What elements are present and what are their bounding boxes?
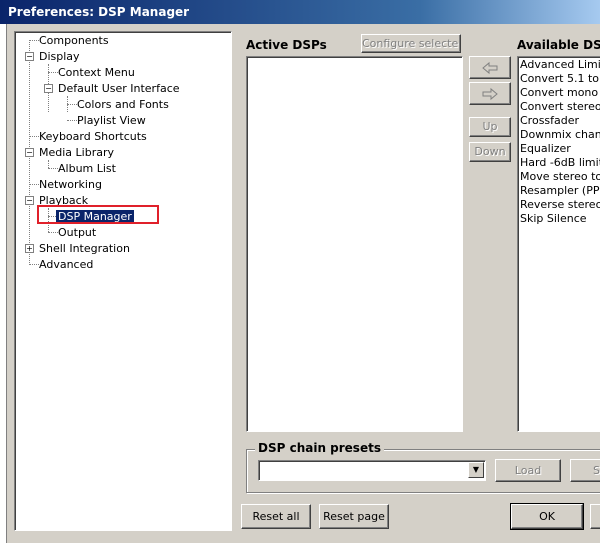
list-item[interactable]: Reverse stereo c	[520, 198, 600, 212]
tree-item-playlist-view[interactable]: Playlist View	[77, 114, 146, 127]
tree-connector	[48, 72, 58, 73]
list-item[interactable]: Convert 5.1 to s	[520, 72, 600, 86]
expand-icon[interactable]: +	[25, 244, 34, 253]
arrow-left-icon	[482, 61, 498, 75]
list-item[interactable]: Downmix channe	[520, 128, 600, 142]
list-item[interactable]: Move stereo to r	[520, 170, 600, 184]
reset-page-button[interactable]: Reset page	[319, 504, 389, 529]
tree-connector	[48, 232, 58, 233]
collapse-icon[interactable]: −	[25, 148, 34, 157]
move-up-button[interactable]: Up	[469, 117, 511, 137]
presets-combo[interactable]: ▼	[258, 460, 486, 481]
chevron-down-icon[interactable]: ▼	[468, 462, 484, 478]
list-item[interactable]: Convert stereo t	[520, 100, 600, 114]
move-down-button[interactable]: Down	[469, 142, 511, 162]
tree-item-media-library[interactable]: Media Library	[39, 146, 114, 159]
tree-connector	[29, 264, 39, 265]
collapse-icon[interactable]: −	[25, 52, 34, 61]
save-preset-button[interactable]: S	[570, 459, 600, 482]
reset-all-button[interactable]: Reset all	[241, 504, 311, 529]
tree-item-display[interactable]: Display	[39, 50, 80, 63]
tree-connector	[67, 104, 77, 105]
tree-connector	[29, 184, 39, 185]
active-dsps-list[interactable]	[246, 56, 463, 432]
tree-item-album-list[interactable]: Album List	[58, 162, 116, 175]
arrow-right-icon	[482, 87, 498, 101]
ok-button[interactable]: OK	[510, 503, 584, 530]
tree-item-colors-and-fonts[interactable]: Colors and Fonts	[77, 98, 169, 111]
add-dsp-button[interactable]	[469, 56, 511, 79]
available-dsps-list[interactable]: Advanced Limiter Convert 5.1 to s Conver…	[517, 56, 600, 432]
tree-item-keyboard-shortcuts[interactable]: Keyboard Shortcuts	[39, 130, 147, 143]
tree-item-output[interactable]: Output	[58, 226, 96, 239]
available-dsps-label: Available DSP	[517, 38, 600, 52]
collapse-icon[interactable]: −	[25, 196, 34, 205]
title-bar: Preferences: DSP Manager	[0, 0, 600, 24]
list-item[interactable]: Advanced Limiter	[520, 58, 600, 72]
tree-item-default-user-interface[interactable]: Default User Interface	[58, 82, 180, 95]
load-preset-button[interactable]: Load	[495, 459, 561, 482]
window-title: Preferences: DSP Manager	[8, 5, 190, 19]
tree-connector	[48, 160, 49, 168]
list-item[interactable]: Resampler (PPHS	[520, 184, 600, 198]
list-item[interactable]: Convert mono to	[520, 86, 600, 100]
tree-item-components[interactable]: Components	[39, 34, 109, 47]
list-item[interactable]: Equalizer	[520, 142, 571, 156]
background-window-edge	[0, 24, 7, 543]
tree-item-networking[interactable]: Networking	[39, 178, 102, 191]
tree-item-context-menu[interactable]: Context Menu	[58, 66, 135, 79]
list-item[interactable]: Crossfader	[520, 114, 579, 128]
active-dsps-label: Active DSPs	[246, 38, 327, 52]
highlight-annotation	[37, 205, 159, 224]
tree-connector	[29, 136, 39, 137]
list-item[interactable]: Hard -6dB limiter	[520, 156, 600, 170]
configure-selected-button[interactable]: Configure selected	[361, 34, 461, 53]
collapse-icon[interactable]: −	[44, 84, 53, 93]
tree-item-shell-integration[interactable]: Shell Integration	[39, 242, 130, 255]
list-item[interactable]: Skip Silence	[520, 212, 587, 226]
dsp-chain-presets-label: DSP chain presets	[255, 441, 384, 455]
remove-dsp-button[interactable]	[469, 82, 511, 105]
preferences-tree[interactable]: − − − − + Components Display Context Men…	[14, 31, 232, 531]
tree-connector	[29, 40, 39, 41]
tree-connector	[48, 168, 58, 169]
cancel-button[interactable]	[590, 504, 600, 529]
tree-item-advanced[interactable]: Advanced	[39, 258, 93, 271]
tree-connector	[67, 120, 77, 121]
